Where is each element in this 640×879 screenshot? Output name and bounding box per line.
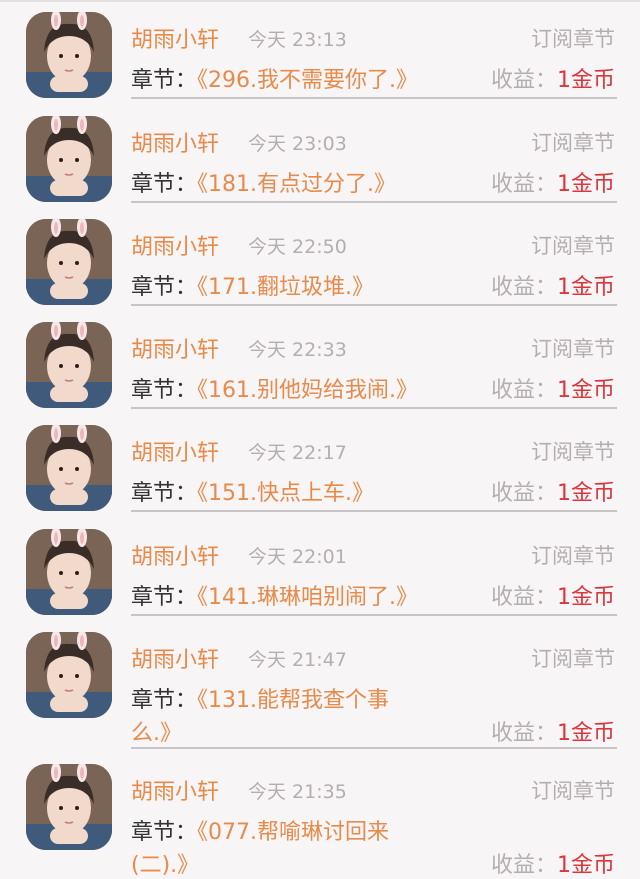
subscription-row[interactable]: 胡雨小轩 今天 21:47 订阅章节 章节：《131.能帮我查个事 么.》 收益：1金币: [0, 620, 640, 752]
chapter-title[interactable]: 《151.快点上车.》: [197, 481, 374, 506]
avatar[interactable]: [26, 116, 112, 202]
timestamp: 今天 21:35: [248, 781, 347, 803]
income: 收益：1金币: [491, 372, 615, 404]
chapter-label: 章节：: [131, 481, 198, 506]
income-label: 收益：: [490, 172, 557, 197]
username: 胡雨小轩: [131, 648, 220, 673]
avatar[interactable]: [26, 219, 112, 305]
income-label: 收益：: [490, 853, 557, 878]
income: 收益：1金币: [491, 579, 615, 611]
income-value: 1金币: [557, 853, 615, 878]
chapter-label: 章节：: [131, 172, 198, 197]
chapter-line: 章节：《296.我不需要你了.》: [131, 62, 418, 94]
subscription-row[interactable]: 胡雨小轩 今天 22:33 订阅章节章节：《161.别他妈给我闹.》 收益：1金币: [0, 310, 640, 413]
chapter-title[interactable]: 《181.有点过分了.》: [197, 172, 396, 197]
chapter-label: 章节：: [131, 585, 198, 610]
chapter-title[interactable]: 《161.别他妈给我闹.》: [197, 378, 418, 403]
subscription-row[interactable]: 胡雨小轩 今天 22:01 订阅章节章节：《141.琳琳咱别闹了.》 收益：1金币: [0, 517, 640, 620]
chapter-title-continued: (二).》: [131, 853, 200, 878]
income: 收益：1金币: [491, 847, 615, 879]
income-value: 1金币: [557, 585, 615, 610]
income-label: 收益：: [490, 275, 557, 300]
username: 胡雨小轩: [131, 28, 220, 53]
subscribe-chapter-label: 订阅章节: [531, 544, 615, 568]
subscription-row[interactable]: 胡雨小轩 今天 21:35 订阅章节章节：《077.帮喻琳讨回来 (二).》 收益：1金…: [0, 752, 640, 879]
income-label: 收益：: [490, 68, 557, 93]
subscribe-chapter-label: 订阅章节: [531, 27, 615, 51]
income-label: 收益：: [490, 721, 557, 746]
income: 收益：1金币: [491, 166, 615, 198]
timestamp: 今天 21:47: [248, 649, 347, 671]
subscribe-chapter-label: 订阅章节: [531, 234, 615, 258]
chapter-line: 章节：《161.别他妈给我闹.》: [131, 372, 418, 404]
income-label: 收益：: [490, 481, 557, 506]
avatar[interactable]: [26, 425, 112, 511]
row-divider: [131, 614, 617, 616]
chapter-label: 章节：: [131, 378, 198, 403]
income-value: 1金币: [557, 481, 615, 506]
username: 胡雨小轩: [131, 132, 220, 157]
avatar[interactable]: [26, 764, 112, 850]
chapter-line: 章节：《131.能帮我查个事: [131, 682, 389, 714]
subscribe-chapter-label: 订阅章节: [531, 440, 615, 464]
chapter-title[interactable]: 《296.我不需要你了.》: [197, 68, 418, 93]
income: 收益：1金币: [491, 62, 615, 94]
chapter-line: 章节：《151.快点上车.》: [131, 475, 374, 507]
chapter-label: 章节：: [131, 820, 198, 845]
chapter-label: 章节：: [131, 68, 198, 93]
username: 胡雨小轩: [131, 235, 220, 260]
chapter-line: 章节：《181.有点过分了.》: [131, 166, 396, 198]
income-value: 1金币: [557, 172, 615, 197]
username: 胡雨小轩: [131, 780, 220, 805]
income: 收益：1金币: [491, 269, 615, 301]
income-value: 1金币: [557, 378, 615, 403]
subscribe-chapter-label: 订阅章节: [531, 647, 615, 671]
chapter-label: 章节：: [131, 688, 198, 713]
row-divider: [131, 201, 617, 203]
avatar[interactable]: [26, 322, 112, 408]
chapter-title[interactable]: 《077.帮喻琳讨回来: [197, 820, 389, 845]
timestamp: 今天 22:01: [248, 546, 347, 568]
subscribe-chapter-label: 订阅章节: [531, 131, 615, 155]
row-divider: [131, 407, 617, 409]
row-divider: [131, 510, 617, 512]
avatar[interactable]: [26, 529, 112, 615]
username: 胡雨小轩: [131, 545, 220, 570]
timestamp: 今天 22:50: [248, 236, 347, 258]
income: 收益：1金币: [491, 715, 615, 747]
subscription-row[interactable]: 胡雨小轩 今天 23:03 订阅章节章节：《181.有点过分了.》 收益：1金币: [0, 104, 640, 207]
income-label: 收益：: [490, 378, 557, 403]
income-value: 1金币: [557, 275, 615, 300]
chapter-title[interactable]: 《141.琳琳咱别闹了.》: [197, 585, 418, 610]
subscription-row[interactable]: 胡雨小轩 今天 22:50 订阅章节章节：《171.翻垃圾堆.》 收益：1金币: [0, 207, 640, 310]
chapter-line: 章节：《077.帮喻琳讨回来: [131, 814, 389, 846]
row-divider: [131, 304, 617, 306]
username: 胡雨小轩: [131, 441, 220, 466]
chapter-line: 章节：《171.翻垃圾堆.》: [131, 269, 374, 301]
username: 胡雨小轩: [131, 338, 220, 363]
timestamp: 今天 23:13: [248, 29, 347, 51]
row-divider: [131, 747, 617, 749]
chapter-title[interactable]: 《131.能帮我查个事: [197, 688, 389, 713]
subscribe-chapter-label: 订阅章节: [531, 337, 615, 361]
subscription-row[interactable]: 胡雨小轩 今天 22:17 订阅章节章节：《151.快点上车.》 收益：1金币: [0, 413, 640, 517]
income-value: 1金币: [557, 68, 615, 93]
income: 收益：1金币: [491, 475, 615, 507]
chapter-line: 章节：《141.琳琳咱别闹了.》: [131, 579, 418, 611]
subscription-row[interactable]: 胡雨小轩 今天 23:13 订阅章节章节：《296.我不需要你了.》 收益：1金币: [0, 0, 640, 104]
subscribe-chapter-label: 订阅章节: [531, 779, 615, 803]
timestamp: 今天 22:33: [248, 339, 347, 361]
timestamp: 今天 23:03: [248, 133, 347, 155]
chapter-title-continued: 么.》: [131, 721, 182, 746]
timestamp: 今天 22:17: [248, 442, 347, 464]
avatar[interactable]: [26, 632, 112, 718]
subscription-list: 胡雨小轩 今天 23:13 订阅章节 章节：《296.我不需要你了.》 收益：1金币 胡雨…: [0, 0, 640, 879]
chapter-title[interactable]: 《171.翻垃圾堆.》: [197, 275, 374, 300]
income-label: 收益：: [490, 585, 557, 610]
income-value: 1金币: [557, 721, 615, 746]
avatar[interactable]: [26, 12, 112, 98]
chapter-label: 章节：: [131, 275, 198, 300]
row-divider: [131, 97, 617, 99]
